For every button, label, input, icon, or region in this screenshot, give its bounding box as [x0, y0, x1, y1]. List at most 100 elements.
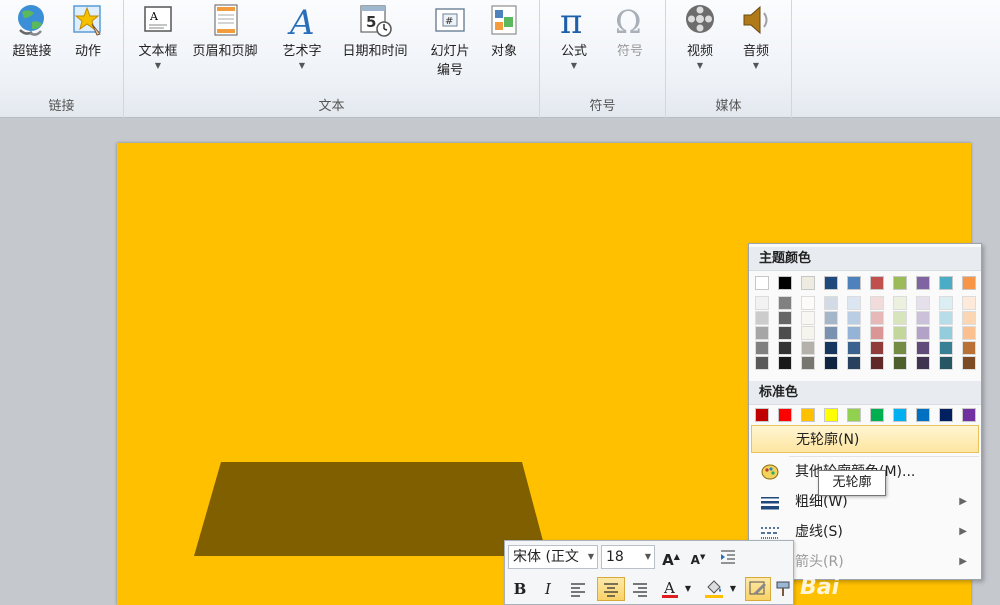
theme-color-swatch[interactable]	[801, 276, 815, 290]
align-left-button[interactable]	[567, 577, 589, 601]
theme-color-shade-swatch[interactable]	[939, 341, 953, 355]
fill-color-button[interactable]	[703, 577, 725, 601]
standard-color-swatch[interactable]	[870, 408, 884, 422]
theme-color-shade-swatch[interactable]	[801, 296, 815, 310]
theme-color-shade-swatch[interactable]	[870, 356, 884, 370]
theme-color-swatch[interactable]	[870, 276, 884, 290]
theme-color-shade-swatch[interactable]	[824, 326, 838, 340]
theme-color-shade-swatch[interactable]	[939, 311, 953, 325]
theme-color-swatch[interactable]	[962, 276, 976, 290]
theme-color-swatch[interactable]	[847, 276, 861, 290]
theme-color-shade-swatch[interactable]	[801, 326, 815, 340]
standard-color-swatch[interactable]	[755, 408, 769, 422]
theme-color-shade-swatch[interactable]	[847, 326, 861, 340]
theme-color-shade-swatch[interactable]	[847, 341, 861, 355]
theme-color-shade-swatch[interactable]	[870, 341, 884, 355]
slide-number-button[interactable]: # 幻灯片 编号	[420, 2, 480, 80]
date-time-button[interactable]: 5 日期和时间	[334, 2, 416, 61]
font-name-dropdown-arrow[interactable]: ▼	[588, 546, 594, 568]
wordart-dropdown-arrow[interactable]: ▼	[272, 61, 332, 71]
symbol-button[interactable]: Ω 符号	[600, 2, 660, 61]
header-footer-button[interactable]: 页眉和页脚	[188, 2, 262, 61]
theme-color-shade-swatch[interactable]	[893, 356, 907, 370]
standard-color-swatch[interactable]	[916, 408, 930, 422]
theme-color-shade-swatch[interactable]	[801, 356, 815, 370]
standard-color-swatch[interactable]	[824, 408, 838, 422]
theme-color-swatch[interactable]	[893, 276, 907, 290]
italic-button[interactable]: I	[537, 577, 559, 601]
theme-color-shade-swatch[interactable]	[824, 356, 838, 370]
theme-color-shade-swatch[interactable]	[916, 311, 930, 325]
theme-color-shade-swatch[interactable]	[847, 296, 861, 310]
audio-dropdown-arrow[interactable]: ▼	[726, 61, 786, 71]
standard-color-swatch[interactable]	[962, 408, 976, 422]
theme-color-shade-swatch[interactable]	[778, 356, 792, 370]
outline-color-button[interactable]	[745, 577, 771, 601]
theme-color-shade-swatch[interactable]	[893, 341, 907, 355]
theme-color-shade-swatch[interactable]	[755, 311, 769, 325]
theme-color-shade-swatch[interactable]	[962, 341, 976, 355]
theme-color-shade-swatch[interactable]	[939, 356, 953, 370]
theme-color-swatch[interactable]	[939, 276, 953, 290]
theme-color-shade-swatch[interactable]	[916, 326, 930, 340]
theme-color-shade-swatch[interactable]	[962, 311, 976, 325]
theme-color-swatch[interactable]	[755, 276, 769, 290]
standard-color-swatch[interactable]	[893, 408, 907, 422]
theme-color-shade-swatch[interactable]	[755, 326, 769, 340]
theme-color-shade-swatch[interactable]	[893, 311, 907, 325]
theme-color-shade-swatch[interactable]	[778, 311, 792, 325]
theme-color-shade-swatch[interactable]	[962, 356, 976, 370]
theme-color-shade-swatch[interactable]	[801, 311, 815, 325]
textbox-button[interactable]: A 文本框 ▼	[128, 2, 188, 71]
theme-color-swatch[interactable]	[778, 276, 792, 290]
standard-color-swatch[interactable]	[939, 408, 953, 422]
textbox-dropdown-arrow[interactable]: ▼	[128, 61, 188, 71]
theme-color-shade-swatch[interactable]	[755, 341, 769, 355]
audio-button[interactable]: 音频 ▼	[726, 2, 786, 71]
action-button[interactable]: 动作	[58, 2, 118, 61]
theme-color-swatch[interactable]	[916, 276, 930, 290]
fill-color-dropdown-arrow[interactable]: ▼	[727, 577, 739, 601]
theme-color-shade-swatch[interactable]	[870, 326, 884, 340]
font-size-dropdown-arrow[interactable]: ▼	[645, 546, 651, 568]
theme-color-shade-swatch[interactable]	[962, 326, 976, 340]
theme-color-swatch[interactable]	[824, 276, 838, 290]
align-center-button[interactable]	[597, 577, 625, 601]
theme-color-shade-swatch[interactable]	[847, 311, 861, 325]
standard-color-swatch[interactable]	[801, 408, 815, 422]
theme-color-shade-swatch[interactable]	[824, 311, 838, 325]
bold-button[interactable]: B	[509, 577, 531, 601]
theme-color-shade-swatch[interactable]	[801, 341, 815, 355]
theme-color-shade-swatch[interactable]	[962, 296, 976, 310]
theme-color-shade-swatch[interactable]	[778, 341, 792, 355]
theme-color-shade-swatch[interactable]	[916, 356, 930, 370]
wordart-button[interactable]: A 艺术字 ▼	[272, 2, 332, 71]
no-outline-item[interactable]: 无轮廓(N)	[751, 425, 979, 453]
indent-button[interactable]	[717, 545, 739, 569]
theme-color-shade-swatch[interactable]	[778, 296, 792, 310]
font-color-dropdown-arrow[interactable]: ▼	[682, 577, 694, 601]
theme-color-shade-swatch[interactable]	[755, 356, 769, 370]
theme-color-shade-swatch[interactable]	[893, 296, 907, 310]
theme-color-shade-swatch[interactable]	[824, 341, 838, 355]
standard-color-swatch[interactable]	[778, 408, 792, 422]
theme-color-shade-swatch[interactable]	[939, 296, 953, 310]
standard-color-swatch[interactable]	[847, 408, 861, 422]
theme-color-shade-swatch[interactable]	[870, 296, 884, 310]
format-painter-button[interactable]	[773, 577, 795, 601]
video-button[interactable]: 视频 ▼	[670, 2, 730, 71]
theme-color-shade-swatch[interactable]	[893, 326, 907, 340]
hyperlink-button[interactable]: 超链接	[2, 2, 62, 61]
theme-color-shade-swatch[interactable]	[824, 296, 838, 310]
theme-color-shade-swatch[interactable]	[870, 311, 884, 325]
theme-color-shade-swatch[interactable]	[939, 326, 953, 340]
font-name-select[interactable]: 宋体 (正文 ▼	[508, 545, 598, 569]
shrink-font-button[interactable]: A▼	[687, 545, 709, 569]
equation-button[interactable]: π 公式 ▼	[544, 2, 604, 71]
object-button[interactable]: 对象	[474, 2, 534, 61]
equation-dropdown-arrow[interactable]: ▼	[544, 61, 604, 71]
video-dropdown-arrow[interactable]: ▼	[670, 61, 730, 71]
align-right-button[interactable]	[629, 577, 651, 601]
theme-color-shade-swatch[interactable]	[755, 296, 769, 310]
font-size-select[interactable]: 18 ▼	[601, 545, 655, 569]
